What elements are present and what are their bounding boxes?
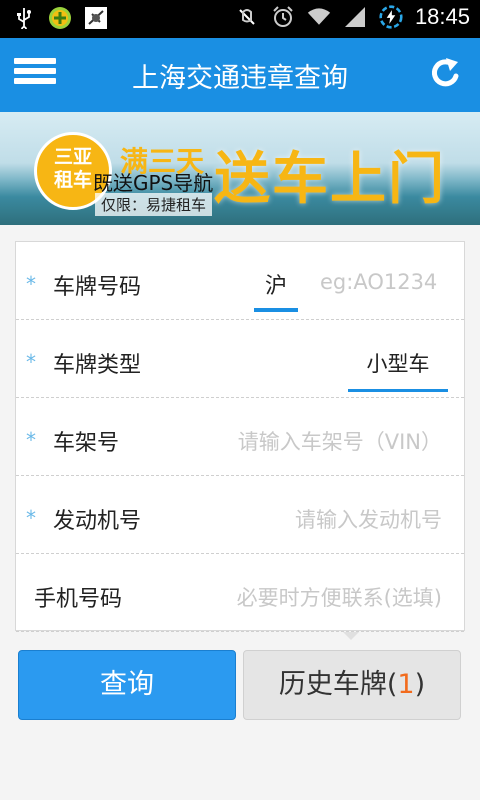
promo-subline: 既送GPS导航 — [93, 171, 214, 195]
badge-line1: 三亚 — [53, 146, 92, 168]
query-button[interactable]: 查询 — [18, 650, 236, 720]
history-label: 历史车牌( — [278, 669, 398, 700]
vin-label: 车架号 — [53, 431, 120, 456]
history-count: 1 — [397, 669, 415, 700]
vin-input[interactable]: 请输入车架号（VIN） — [238, 426, 442, 456]
wifi-icon — [307, 5, 331, 29]
phone-label: 手机号码 — [34, 587, 123, 612]
required-mark: * — [26, 272, 36, 296]
required-mark: * — [26, 350, 36, 374]
phone-row: 手机号码 必要时方便联系(选填) — [16, 554, 464, 632]
status-bar: 18:45 — [0, 0, 480, 38]
engine-row: * 发动机号 请输入发动机号 — [16, 476, 464, 554]
history-close: ) — [414, 669, 426, 700]
app-bar: 上海交通违章查询 — [0, 38, 480, 112]
app-plus-icon — [48, 6, 72, 30]
promo-big-text: 送车上门 — [214, 147, 446, 212]
page-title: 上海交通违章查询 — [132, 63, 348, 94]
plate-province-select[interactable]: 沪 — [254, 260, 298, 312]
debug-icon — [84, 6, 108, 30]
refresh-icon[interactable] — [426, 54, 466, 94]
promo-note: 仅限：易捷租车 — [95, 193, 213, 216]
clock: 18:45 — [414, 4, 470, 29]
vin-row: * 车架号 请输入车架号（VIN） — [16, 398, 464, 476]
scroll-indicator — [343, 632, 359, 640]
promo-banner[interactable]: 三亚 租车 满三天 既送GPS导航 送车上门 仅限：易捷租车 — [0, 112, 480, 225]
engine-label: 发动机号 — [53, 509, 142, 534]
plate-type-label: 车牌类型 — [53, 353, 142, 378]
plate-label: 车牌号码 — [53, 275, 142, 300]
engine-input[interactable]: 请输入发动机号 — [295, 504, 442, 534]
plate-type-row: * 车牌类型 小型车 — [16, 320, 464, 398]
usb-icon — [12, 6, 36, 30]
vibrate-mute-icon — [235, 5, 259, 29]
required-mark: * — [26, 506, 36, 530]
plate-row: * 车牌号码 沪 eg:AO1234 — [16, 242, 464, 320]
query-form: * 车牌号码 沪 eg:AO1234 * 车牌类型 小型车 * 车架号 请输入车… — [15, 241, 465, 632]
plate-number-input[interactable]: eg:AO1234 — [320, 270, 437, 294]
alarm-icon — [271, 5, 295, 29]
phone-input[interactable]: 必要时方便联系(选填) — [237, 582, 442, 612]
history-plates-button[interactable]: 历史车牌(1) — [243, 650, 461, 720]
signal-icon — [343, 5, 367, 29]
battery-charging-icon — [379, 5, 403, 29]
plate-type-select[interactable]: 小型车 — [348, 338, 448, 392]
required-mark: * — [26, 428, 36, 452]
